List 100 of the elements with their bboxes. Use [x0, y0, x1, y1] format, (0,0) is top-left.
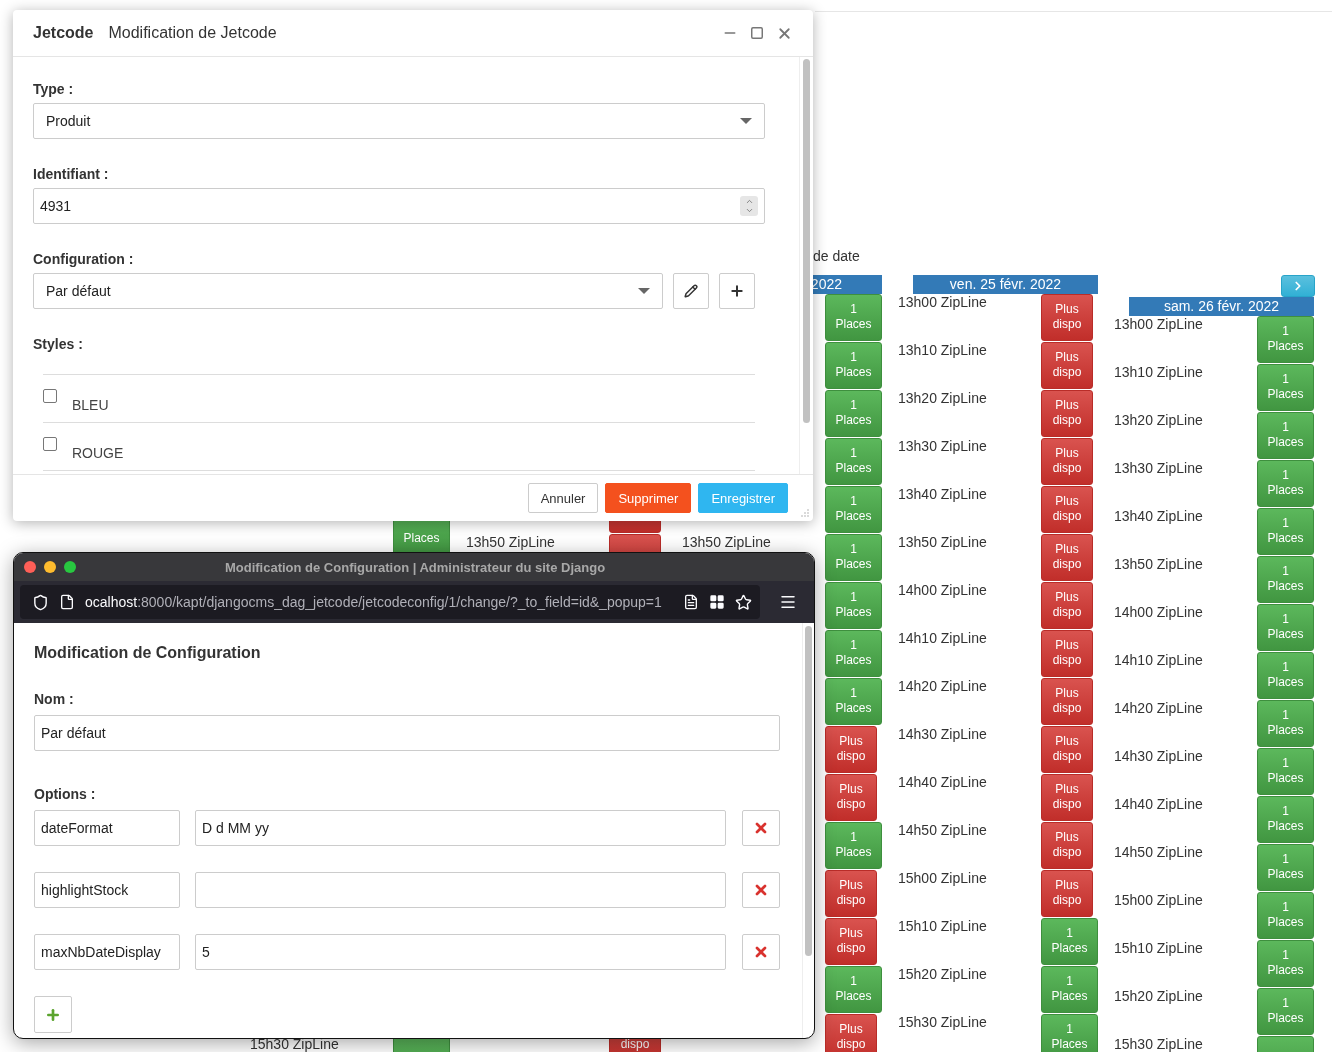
time-slot-label: 14h10 ZipLine [898, 630, 987, 646]
places-button[interactable]: 1 Places [825, 582, 882, 629]
full-button[interactable]: Plus dispo [825, 1014, 877, 1052]
full-button[interactable]: Plus dispo [1041, 726, 1093, 773]
places-button[interactable]: 1 Places [1257, 700, 1314, 747]
cancel-button[interactable]: Annuler [527, 483, 599, 513]
option-value-field[interactable] [195, 872, 726, 908]
time-slot-label: 13h50 ZipLine [682, 534, 771, 550]
time-slot-label: 15h30 ZipLine [250, 1036, 339, 1052]
remove-button[interactable] [742, 934, 780, 970]
resize-grip-icon[interactable] [801, 509, 809, 517]
places-button[interactable]: 1 Places [825, 486, 882, 533]
field-label: Options : [34, 786, 97, 802]
places-button[interactable]: 1 Places [1257, 748, 1314, 795]
minimize-light-icon[interactable] [44, 561, 56, 573]
name-field[interactable]: Par défaut [34, 715, 780, 751]
places-button[interactable]: 1 Places [1257, 796, 1314, 843]
places-button[interactable]: 1 Places [825, 966, 882, 1013]
full-button[interactable]: Plus dispo [1041, 486, 1093, 533]
places-button[interactable]: 1 Places [1257, 412, 1314, 459]
full-button[interactable]: Plus dispo [1041, 774, 1093, 821]
places-button[interactable]: 1 Places [1257, 652, 1314, 699]
field-label: Configuration : [33, 251, 135, 267]
full-button[interactable]: Plus dispo [825, 726, 877, 773]
type-select[interactable]: Produit [33, 103, 765, 139]
places-button[interactable]: 1 Places [1257, 844, 1314, 891]
option-value-field[interactable]: D d MM yy [195, 810, 726, 846]
full-button[interactable]: Plus dispo [825, 918, 877, 965]
places-button[interactable]: 1 Places [825, 342, 882, 389]
spinner-icon[interactable] [740, 196, 758, 216]
grid-icon[interactable] [709, 594, 725, 610]
full-button[interactable]: Plus dispo [825, 774, 877, 821]
full-button[interactable]: Plus dispo [1041, 678, 1093, 725]
full-button[interactable]: Plus dispo [1041, 534, 1093, 581]
full-button[interactable]: Plus dispo [1041, 582, 1093, 629]
edit-button[interactable] [673, 273, 709, 309]
time-slot-label: 14h30 ZipLine [1114, 748, 1203, 764]
save-button[interactable]: Enregistrer [698, 483, 788, 513]
option-key-field[interactable]: maxNbDateDisplay [34, 934, 180, 970]
add-option-button[interactable] [34, 996, 72, 1033]
delete-button[interactable]: Supprimer [605, 483, 692, 513]
time-slot-label: 13h50 ZipLine [466, 534, 555, 550]
style-label: ROUGE [72, 444, 124, 461]
places-button[interactable]: 1 Places [1257, 508, 1314, 555]
places-button[interactable]: 1 Places [1257, 316, 1314, 363]
places-button[interactable]: 1 Places [1257, 988, 1314, 1035]
places-button[interactable]: 1 Places [1257, 604, 1314, 651]
checkbox[interactable] [43, 389, 57, 403]
time-slot-label: 15h30 ZipLine [1114, 1036, 1203, 1052]
reader-view-icon[interactable] [683, 594, 699, 610]
option-value-field[interactable]: 5 [195, 934, 726, 970]
address-bar[interactable]: ocalhost:8000/kapt/djangocms_dag_jetcode/jetcodeconfig/1/change/?_to_field=id&_popup=1 [20, 585, 760, 619]
time-slot-label: 13h50 ZipLine [898, 534, 987, 550]
close-icon [753, 882, 769, 898]
full-button[interactable]: Plus dispo [1041, 630, 1093, 677]
scrollbar-thumb[interactable] [805, 626, 812, 956]
configuration-select[interactable]: Par défaut [33, 273, 663, 309]
full-button[interactable]: Plus dispo [1041, 438, 1093, 485]
places-button[interactable]: 1 Places [825, 534, 882, 581]
time-slot-label: 13h30 ZipLine [1114, 460, 1203, 476]
full-button[interactable]: Plus dispo [1041, 294, 1093, 341]
option-key-field[interactable]: dateFormat [34, 810, 180, 846]
option-key-field[interactable]: highlightStock [34, 872, 180, 908]
time-slot-label: 15h20 ZipLine [1114, 988, 1203, 1004]
day-header: sam. 26 févr. 2022 [1129, 297, 1314, 316]
places-button[interactable]: 1 Places [825, 438, 882, 485]
next-button[interactable] [1281, 275, 1315, 297]
full-button[interactable]: Plus dispo [1041, 822, 1093, 869]
places-button[interactable]: 1 Places [1257, 892, 1314, 939]
close-light-icon[interactable] [24, 561, 36, 573]
places-button[interactable]: 1 Places [1041, 966, 1098, 1013]
places-button[interactable]: 1 Places [825, 390, 882, 437]
remove-button[interactable] [742, 872, 780, 908]
scrollbar-thumb[interactable] [803, 59, 810, 423]
remove-button[interactable] [742, 810, 780, 846]
menu-icon[interactable] [779, 593, 797, 611]
places-button[interactable]: 1 Places [825, 822, 882, 869]
full-button[interactable]: Plus dispo [825, 870, 877, 917]
shield-icon[interactable] [32, 593, 49, 611]
add-button[interactable] [719, 273, 755, 309]
bookmark-star-icon[interactable] [735, 593, 752, 611]
places-button[interactable]: 1 Places [825, 678, 882, 725]
places-button[interactable]: 1 Places [825, 294, 882, 341]
places-button[interactable]: 1 Places [1257, 940, 1314, 987]
places-button[interactable]: 1 Places [825, 630, 882, 677]
places-button[interactable]: 1 Places [1041, 918, 1098, 965]
checkbox[interactable] [43, 437, 57, 451]
number-field[interactable]: 4931 [33, 188, 765, 224]
full-button[interactable]: Plus dispo [1041, 870, 1093, 917]
plus-icon [729, 283, 745, 299]
day-header: ven. 25 févr. 2022 [913, 275, 1098, 294]
places-button[interactable]: 1 Places [1257, 556, 1314, 603]
maximize-icon[interactable] [750, 26, 764, 40]
full-button[interactable]: Plus dispo [1041, 342, 1093, 389]
field-label: Styles : [33, 336, 84, 352]
places-button[interactable]: 1 Places [1041, 1014, 1098, 1052]
places-button[interactable]: 1 Places [1257, 460, 1314, 507]
places-button[interactable]: 1 Places [1257, 364, 1314, 411]
zoom-light-icon[interactable] [64, 561, 76, 573]
full-button[interactable]: Plus dispo [1041, 390, 1093, 437]
